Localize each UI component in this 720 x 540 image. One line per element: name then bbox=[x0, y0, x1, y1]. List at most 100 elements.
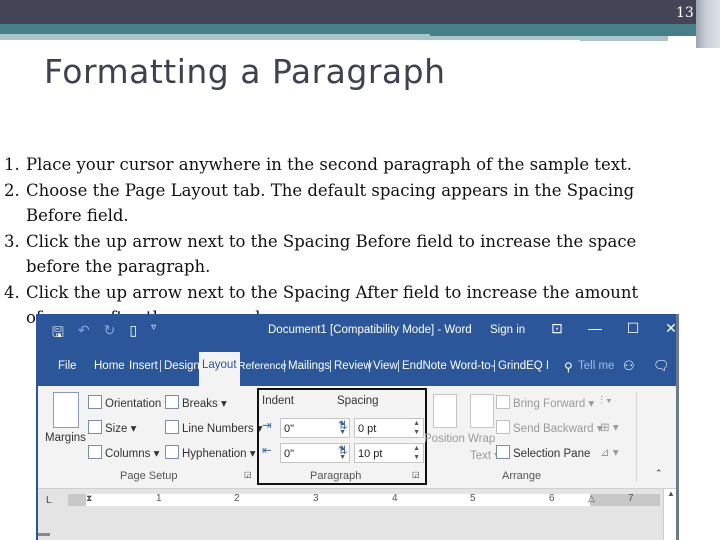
tab-word-to[interactable]: Word-to- bbox=[450, 360, 495, 372]
horizontal-ruler: ⧗ 1 2 3 4 5 6 △ 7 bbox=[68, 493, 660, 506]
columns-icon bbox=[88, 445, 102, 459]
tab-references[interactable]: Reference bbox=[238, 360, 286, 372]
rotate-icon[interactable]: ⊿ ▾ bbox=[600, 445, 619, 459]
breaks-button[interactable]: Breaks ▾ bbox=[165, 395, 227, 410]
customize-qat-icon[interactable]: ▿ bbox=[151, 322, 156, 346]
tab-insert[interactable]: Insert bbox=[129, 360, 158, 372]
right-indent-marker-icon[interactable]: △ bbox=[588, 493, 595, 504]
bring-forward-icon bbox=[496, 395, 510, 409]
tab-layout[interactable]: Layout bbox=[199, 352, 240, 386]
slide-title: Formatting a Paragraph bbox=[44, 52, 446, 91]
indent-marker-icon[interactable]: ⧗ bbox=[86, 493, 92, 504]
ruler-number: 7 bbox=[628, 493, 634, 504]
comment-icon[interactable]: 🗨 bbox=[653, 358, 670, 374]
tab-view[interactable]: View bbox=[369, 360, 398, 372]
hyphenation-icon bbox=[165, 445, 179, 459]
new-document-icon[interactable]: ▯ bbox=[129, 322, 137, 346]
orientation-icon bbox=[88, 395, 102, 409]
ribbon-tabs: File Home Insert Design Layout Reference… bbox=[38, 347, 679, 386]
redo-icon[interactable]: ↻ bbox=[104, 322, 116, 346]
quick-access-toolbar: 🖫 ↶ ↻ ▯ ▿ bbox=[52, 322, 156, 346]
step-number: 1. bbox=[4, 155, 20, 174]
step-text: Choose the Page Layout tab. The default … bbox=[26, 180, 635, 200]
close-icon[interactable]: ✕ bbox=[652, 320, 679, 337]
send-backward-button[interactable]: Send Backward ▾ bbox=[496, 420, 603, 435]
step-text-cont: Before field. bbox=[26, 206, 129, 225]
slide-accent-highlight bbox=[430, 40, 580, 43]
vertical-ruler-marker bbox=[38, 533, 50, 536]
spin-arrows-icon[interactable]: ▲ ▼ bbox=[413, 444, 420, 462]
bring-forward-button[interactable]: Bring Forward ▾ bbox=[496, 395, 594, 410]
steps-list: 1. Place your cursor anywhere in the sec… bbox=[4, 152, 694, 331]
orientation-button[interactable]: Orientation ▾ bbox=[88, 395, 170, 410]
tab-file[interactable]: File bbox=[58, 360, 77, 372]
tell-me-search[interactable]: Tell me bbox=[578, 360, 614, 372]
ribbon-layout: Margins Orientation ▾ Size ▾ Columns ▾ B… bbox=[38, 386, 679, 489]
step-text: Click the up arrow next to the Spacing A… bbox=[26, 282, 639, 302]
group-icon[interactable]: ⊞ ▾ bbox=[600, 420, 619, 434]
person-icon[interactable]: ⚇ bbox=[623, 358, 635, 374]
tab-home[interactable]: Home bbox=[94, 360, 125, 372]
ruler-number: 1 bbox=[156, 493, 162, 504]
selection-pane-button[interactable]: Selection Pane bbox=[496, 445, 590, 460]
spin-arrows-icon[interactable]: ▲ ▼ bbox=[413, 419, 420, 437]
paragraph-group-label: Paragraph bbox=[310, 470, 362, 482]
page-setup-group-label: Page Setup bbox=[120, 470, 178, 482]
tab-mailings[interactable]: Mailings bbox=[284, 360, 330, 372]
size-button[interactable]: Size ▾ bbox=[88, 420, 136, 435]
spacing-before-field[interactable]: 0 pt ▲ ▼ bbox=[354, 418, 424, 438]
sign-in-link[interactable]: Sign in bbox=[490, 324, 525, 336]
ruler-number: 5 bbox=[470, 493, 476, 504]
breaks-icon bbox=[165, 395, 179, 409]
indent-label: Indent bbox=[262, 395, 294, 407]
step-number: 2. bbox=[4, 180, 20, 200]
step-item: 1. Place your cursor anywhere in the sec… bbox=[4, 152, 694, 178]
line-numbers-button[interactable]: Line Numbers ▾ bbox=[165, 420, 263, 435]
position-button[interactable]: Position bbox=[424, 433, 465, 445]
columns-button[interactable]: Columns ▾ bbox=[88, 445, 159, 460]
wrap-text-button[interactable]: Wrap bbox=[468, 433, 495, 445]
minimize-icon[interactable]: — bbox=[576, 320, 614, 337]
tab-grindeq[interactable]: GrindEQ I bbox=[494, 360, 549, 372]
lightbulb-icon: ⚲ bbox=[564, 360, 573, 374]
slide-number: 13 bbox=[676, 5, 694, 21]
margins-button[interactable]: Margins bbox=[45, 432, 86, 444]
ruler-number: 4 bbox=[392, 493, 398, 504]
selection-pane-icon bbox=[496, 445, 510, 459]
step-item: 2. Choose the Page Layout tab. The defau… bbox=[4, 178, 694, 229]
maximize-icon[interactable]: ☐ bbox=[614, 320, 652, 337]
position-icon bbox=[433, 394, 457, 428]
tab-design[interactable]: Design bbox=[160, 360, 200, 372]
window-controls: ⊡ — ☐ ✕ bbox=[538, 320, 679, 337]
tab-endnote[interactable]: EndNote bbox=[398, 360, 447, 372]
indent-left-icon: ⇥ bbox=[262, 420, 272, 432]
indent-right-icon: ⇤ bbox=[262, 445, 272, 457]
word-window-screenshot: 🖫 ↶ ↻ ▯ ▿ Document1 [Compatibility Mode]… bbox=[36, 314, 679, 540]
word-title-bar: 🖫 ↶ ↻ ▯ ▿ Document1 [Compatibility Mode]… bbox=[38, 314, 679, 347]
step-text: Place your cursor anywhere in the second… bbox=[26, 155, 632, 174]
save-icon[interactable]: 🖫 bbox=[52, 322, 64, 346]
step-text-cont: before the paragraph. bbox=[26, 257, 211, 276]
paragraph-dialog-launcher-icon[interactable]: ◲ bbox=[412, 470, 420, 479]
page-setup-dialog-launcher-icon[interactable]: ◲ bbox=[244, 470, 252, 479]
word-window-edge bbox=[676, 314, 679, 540]
spacing-after-icon: ⇅ bbox=[338, 445, 348, 457]
ribbon-display-options-icon[interactable]: ⊡ bbox=[538, 320, 576, 337]
undo-icon[interactable]: ↶ bbox=[78, 322, 90, 346]
arrange-group-label: Arrange bbox=[502, 470, 542, 482]
line-numbers-icon bbox=[165, 420, 179, 434]
spacing-after-field[interactable]: 10 pt ▲ ▼ bbox=[354, 443, 424, 463]
collapse-ribbon-icon[interactable]: ⌃ bbox=[655, 468, 663, 479]
wrap-text-icon bbox=[470, 394, 494, 428]
step-number: 4. bbox=[4, 282, 20, 302]
group-divider bbox=[636, 392, 637, 482]
tab-review[interactable]: Review bbox=[330, 360, 372, 372]
spacing-label: Spacing bbox=[337, 395, 379, 407]
hyphenation-button[interactable]: Hyphenation ▾ bbox=[165, 445, 256, 460]
align-icon[interactable]: ⫶ ▾ bbox=[600, 395, 612, 408]
tab-selector[interactable]: L bbox=[46, 495, 52, 506]
size-icon bbox=[88, 420, 102, 434]
slide-accent-stripe bbox=[0, 34, 430, 40]
send-backward-icon bbox=[496, 420, 510, 434]
ruler-number: 6 bbox=[549, 493, 555, 504]
